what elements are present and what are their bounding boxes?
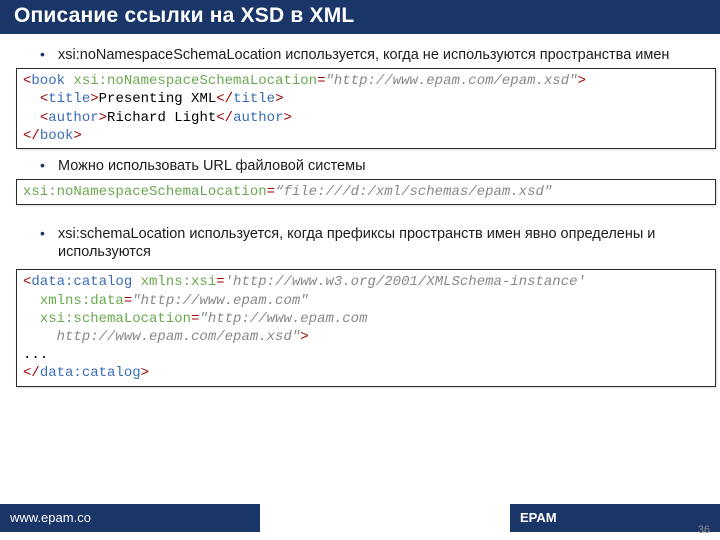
tag-name: author <box>48 110 98 126</box>
attr-value: "http://www.epam.com/epam.xsd" <box>325 73 577 89</box>
angle-open: < <box>40 110 48 126</box>
equals: = <box>267 184 275 200</box>
footer-brand: EPAM <box>510 504 720 532</box>
angle-open: </ <box>216 91 233 107</box>
angle-close: > <box>300 329 308 345</box>
attr-value: 'http://www.w3.org/2001/XMLSchema-instan… <box>225 274 586 290</box>
attr-value: "http://www.epam.com <box>199 311 367 327</box>
tag-name: author <box>233 110 283 126</box>
indent <box>23 110 40 126</box>
indent <box>23 293 40 309</box>
tag-name: data:catalog <box>40 365 141 381</box>
ellipsis: ... <box>23 347 48 363</box>
equals: = <box>216 274 224 290</box>
bullet-2: Можно использовать URL файловой системы <box>40 157 698 175</box>
slide-title: Описание ссылки на XSD в XML <box>0 0 720 34</box>
indent <box>23 311 40 327</box>
attr-name: xsi:noNamespaceSchemaLocation <box>23 184 267 200</box>
slide-content: xsi:noNamespaceSchemaLocation использует… <box>0 34 720 387</box>
tag-name: book <box>31 73 73 89</box>
angle-close: > <box>99 110 107 126</box>
indent <box>23 91 40 107</box>
attr-name: xmlns:data <box>40 293 124 309</box>
bullet-1: xsi:noNamespaceSchemaLocation использует… <box>40 46 698 64</box>
footer: www.epam.co EPAM 36 <box>0 502 720 532</box>
tag-name: title <box>48 91 90 107</box>
tag-name: data:catalog <box>31 274 140 290</box>
tag-name: title <box>233 91 275 107</box>
angle-close: > <box>284 110 292 126</box>
bullet-3: xsi:schemaLocation используется, когда п… <box>40 225 698 261</box>
angle-open: </ <box>23 128 40 144</box>
attr-name: xmlns:xsi <box>141 274 217 290</box>
angle-close: > <box>578 73 586 89</box>
text-content: Richard Light <box>107 110 216 126</box>
equals: = <box>124 293 132 309</box>
angle-close: > <box>73 128 81 144</box>
attr-name: xsi:schemaLocation <box>40 311 191 327</box>
code-block-2: xsi:noNamespaceSchemaLocation=“file:///d… <box>16 179 716 205</box>
angle-open: </ <box>23 365 40 381</box>
indent <box>23 329 57 345</box>
attr-value: "http://www.epam.com" <box>132 293 308 309</box>
angle-open: < <box>40 91 48 107</box>
angle-close: > <box>141 365 149 381</box>
angle-close: > <box>275 91 283 107</box>
code-block-1: <book xsi:noNamespaceSchemaLocation="htt… <box>16 68 716 149</box>
code-block-3: <data:catalog xmlns:xsi='http://www.w3.o… <box>16 269 716 386</box>
page-number: 36 <box>698 524 710 536</box>
attr-value: “file:///d:/xml/schemas/epam.xsd" <box>275 184 552 200</box>
text-content: Presenting XML <box>99 91 217 107</box>
attr-value: http://www.epam.com/epam.xsd" <box>57 329 301 345</box>
angle-close: > <box>90 91 98 107</box>
footer-site: www.epam.co <box>0 504 260 532</box>
angle-open: </ <box>216 110 233 126</box>
tag-name: book <box>40 128 74 144</box>
attr-name: xsi:noNamespaceSchemaLocation <box>73 73 317 89</box>
